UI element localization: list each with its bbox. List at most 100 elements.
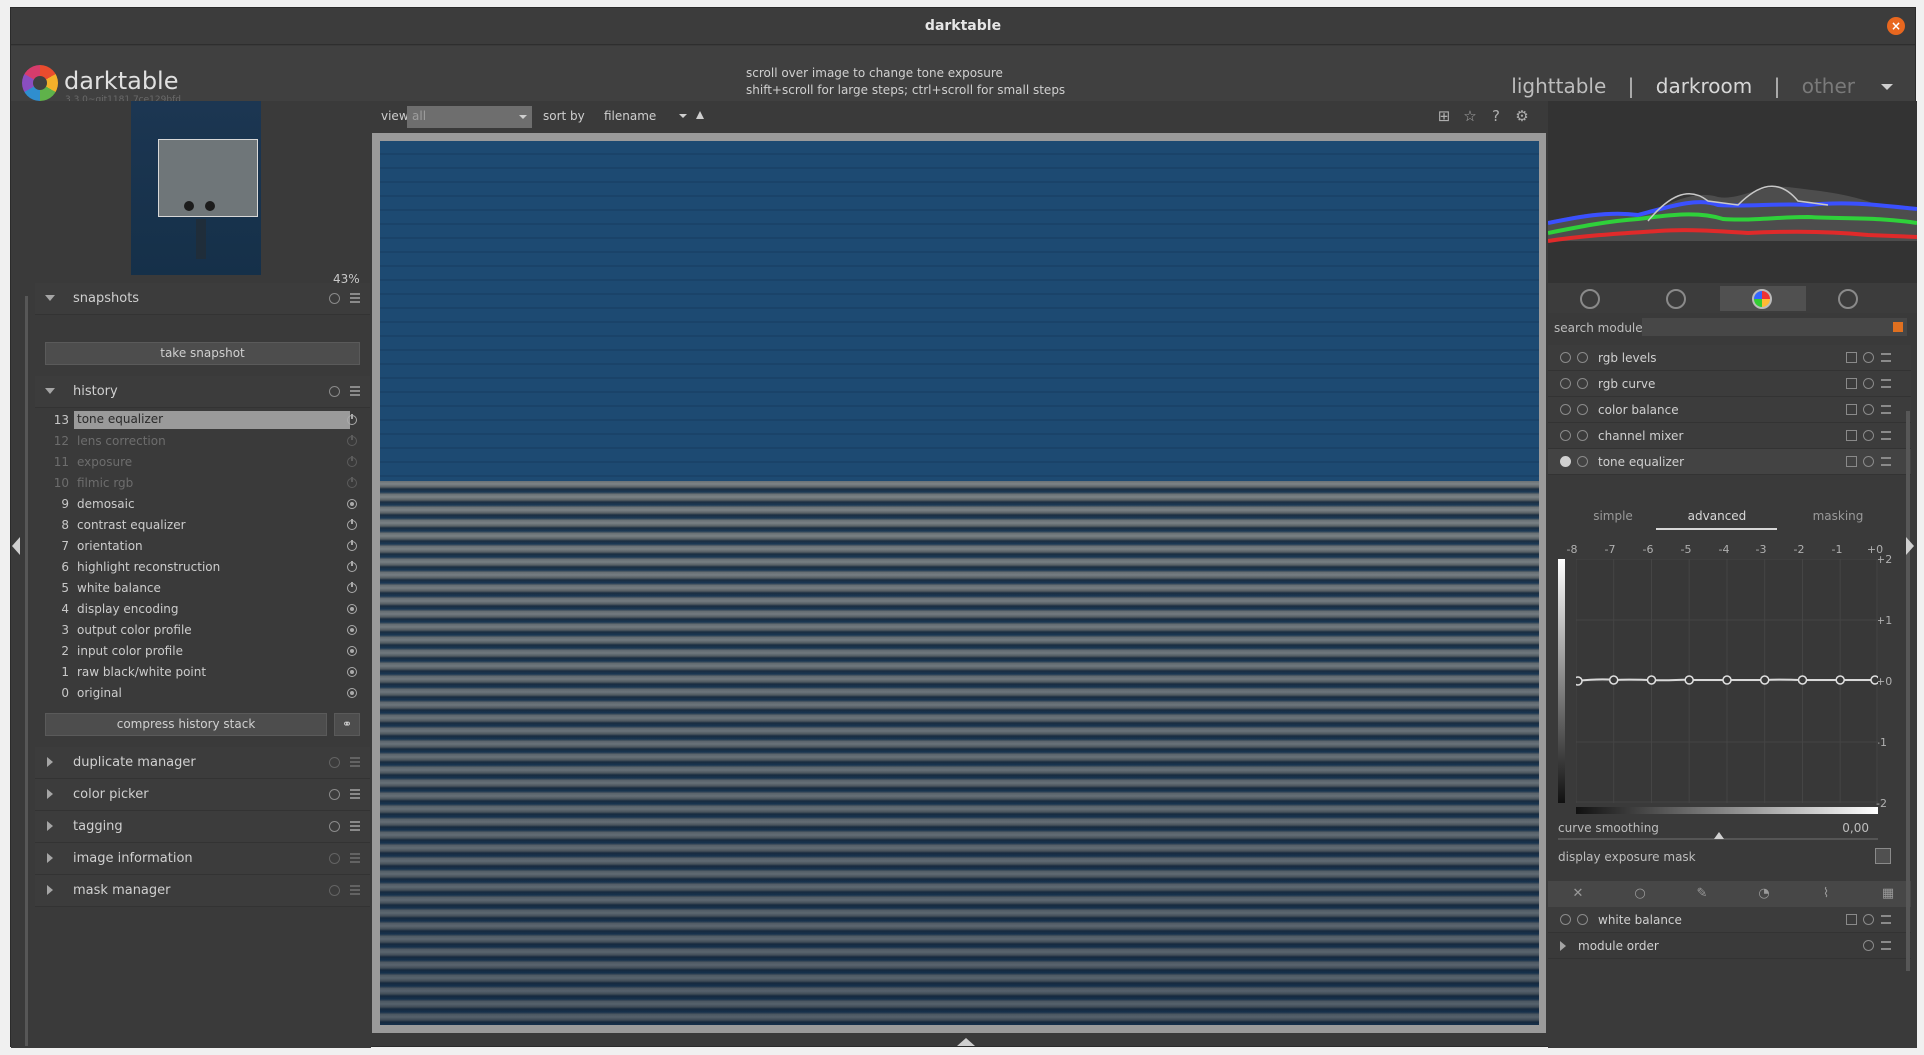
display-exposure-mask-toggle[interactable]: [1875, 848, 1891, 864]
module-white-balance[interactable]: white balance: [1548, 907, 1911, 933]
snapshots-header[interactable]: snapshots: [35, 283, 370, 315]
presets-menu-icon[interactable]: [1881, 431, 1891, 440]
history-item[interactable]: 11 exposure: [47, 452, 367, 473]
history-item[interactable]: 10 filmic rgb: [47, 473, 367, 494]
presets-menu-icon[interactable]: [1881, 941, 1891, 950]
uniform-mask-icon[interactable]: ○: [1632, 886, 1648, 902]
presets-menu-icon[interactable]: [1881, 379, 1891, 388]
reset-icon[interactable]: [329, 293, 340, 304]
collapse-left-panel-icon[interactable]: [12, 537, 20, 555]
history-item[interactable]: 4 display encoding: [47, 599, 367, 620]
history-item[interactable]: 2 input color profile: [47, 641, 367, 662]
color-picker-header[interactable]: color picker: [35, 779, 370, 811]
history-item[interactable]: 7 orientation: [47, 536, 367, 557]
star-icon[interactable]: ☆: [1462, 108, 1478, 124]
history-item[interactable]: 5 white balance: [47, 578, 367, 599]
module-rgb-levels[interactable]: rgb levels: [1548, 345, 1911, 371]
power-icon[interactable]: [1560, 430, 1571, 441]
history-header[interactable]: history: [35, 376, 370, 408]
power-icon[interactable]: [1560, 378, 1571, 389]
reset-icon[interactable]: [329, 821, 340, 832]
search-input[interactable]: [1642, 318, 1907, 336]
history-item[interactable]: 9 demosaic: [47, 494, 367, 515]
history-item[interactable]: 3 output color profile: [47, 620, 367, 641]
raster-mask-icon[interactable]: ▦: [1880, 886, 1896, 902]
tab-advanced[interactable]: advanced: [1680, 509, 1754, 523]
left-scrollbar[interactable]: [25, 296, 28, 1046]
create-style-icon[interactable]: ⚭: [334, 713, 360, 736]
view-filter-select[interactable]: all: [407, 106, 532, 128]
parametric-mask-icon[interactable]: ◔: [1756, 886, 1772, 902]
multi-instance-icon[interactable]: [1846, 378, 1857, 389]
drawn-parametric-mask-icon[interactable]: ⌇: [1818, 886, 1834, 902]
module-order[interactable]: module order: [1548, 933, 1911, 959]
tab-effect-modules[interactable]: [1806, 286, 1892, 311]
compress-history-button[interactable]: compress history stack: [45, 713, 327, 736]
reset-icon[interactable]: [329, 885, 340, 896]
sort-value[interactable]: filename: [604, 109, 656, 123]
histogram[interactable]: [1548, 101, 1917, 283]
reset-icon[interactable]: [1863, 404, 1874, 415]
tab-active-modules[interactable]: [1548, 286, 1634, 311]
gear-icon[interactable]: ⚙: [1514, 108, 1530, 124]
slider-thumb[interactable]: [1714, 832, 1724, 839]
collapse-bottom-panel-icon[interactable]: [957, 1038, 975, 1046]
presets-menu-icon[interactable]: [350, 821, 360, 831]
presets-menu-icon[interactable]: [1881, 405, 1891, 414]
multi-instance-icon[interactable]: [1846, 430, 1857, 441]
photo[interactable]: [380, 141, 1539, 1025]
close-icon[interactable]: ×: [1887, 17, 1905, 35]
image-canvas[interactable]: [372, 133, 1546, 1033]
module-rgb-curve[interactable]: rgb curve: [1548, 371, 1911, 397]
presets-menu-icon[interactable]: [350, 386, 360, 396]
view-other[interactable]: other: [1802, 74, 1855, 98]
reset-icon[interactable]: [1863, 940, 1874, 951]
image-information-header[interactable]: image information: [35, 843, 370, 875]
mask-manager-header[interactable]: mask manager: [35, 875, 370, 907]
presets-menu-icon[interactable]: [350, 757, 360, 767]
tab-simple[interactable]: simple: [1588, 509, 1638, 523]
history-item[interactable]: 12 lens correction: [47, 431, 367, 452]
reset-icon[interactable]: [329, 757, 340, 768]
reset-icon[interactable]: [329, 386, 340, 397]
power-icon[interactable]: [1560, 404, 1571, 415]
module-tone-equalizer[interactable]: tone equalizer: [1548, 449, 1911, 475]
tagging-header[interactable]: tagging: [35, 811, 370, 843]
right-scrollbar[interactable]: [1906, 411, 1910, 971]
presets-menu-icon[interactable]: [1881, 457, 1891, 466]
presets-menu-icon[interactable]: [1881, 915, 1891, 924]
clear-search-icon[interactable]: [1893, 322, 1903, 332]
tab-masking[interactable]: masking: [1808, 509, 1868, 523]
view-lighttable[interactable]: lighttable: [1511, 74, 1606, 98]
module-channel-mixer[interactable]: channel mixer: [1548, 423, 1911, 449]
tab-base-modules[interactable]: [1634, 286, 1720, 311]
reset-icon[interactable]: [329, 789, 340, 800]
history-item[interactable]: 6 highlight reconstruction: [47, 557, 367, 578]
reset-icon[interactable]: [1863, 378, 1874, 389]
reset-icon[interactable]: [1863, 456, 1874, 467]
help-icon[interactable]: ?: [1488, 108, 1504, 124]
mask-off-icon[interactable]: ✕: [1570, 886, 1586, 902]
duplicate-manager-header[interactable]: duplicate manager: [35, 747, 370, 779]
chevron-down-icon[interactable]: [679, 114, 687, 118]
history-item[interactable]: 13 tone equalizer: [47, 410, 367, 431]
history-item[interactable]: 1 raw black/white point: [47, 662, 367, 683]
presets-menu-icon[interactable]: [350, 853, 360, 863]
collapse-right-panel-icon[interactable]: [1906, 537, 1914, 555]
reset-icon[interactable]: [1863, 430, 1874, 441]
history-item[interactable]: 0 original: [47, 683, 367, 704]
grouping-icon[interactable]: ⊞: [1436, 108, 1452, 124]
power-icon[interactable]: [1560, 914, 1571, 925]
presets-menu-icon[interactable]: [350, 789, 360, 799]
sort-order-icon[interactable]: [696, 111, 704, 119]
tone-curve-graph[interactable]: [1573, 558, 1880, 803]
multi-instance-icon[interactable]: [1846, 456, 1857, 467]
take-snapshot-button[interactable]: take snapshot: [45, 342, 360, 365]
multi-instance-icon[interactable]: [1846, 352, 1857, 363]
multi-instance-icon[interactable]: [1846, 914, 1857, 925]
presets-menu-icon[interactable]: [350, 293, 360, 303]
reset-icon[interactable]: [1863, 352, 1874, 363]
tab-color-modules[interactable]: [1720, 286, 1806, 311]
presets-menu-icon[interactable]: [350, 885, 360, 895]
chevron-down-icon[interactable]: [1881, 84, 1893, 90]
